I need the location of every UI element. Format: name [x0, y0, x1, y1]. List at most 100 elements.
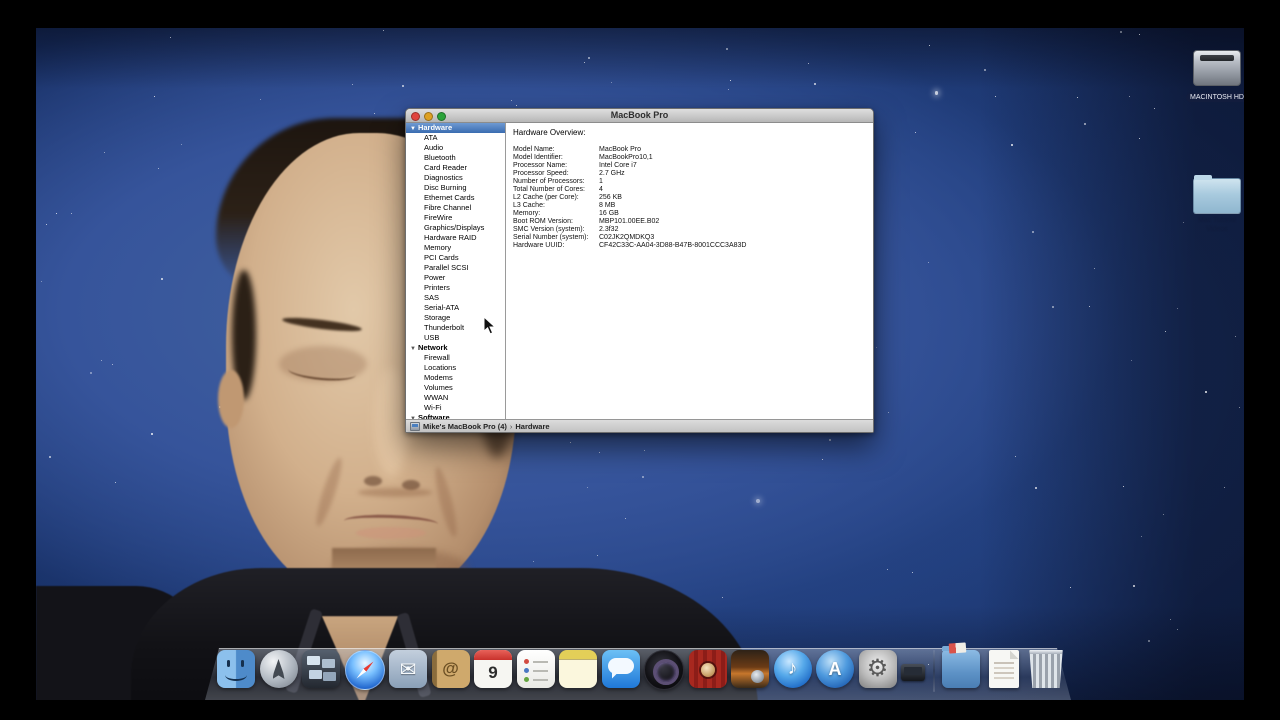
desktop-icon-folder[interactable]: Mac Tutorial Videos	[1172, 178, 1244, 234]
sidebar-item-disc-burning[interactable]: Disc Burning	[406, 183, 505, 193]
dock-system-preferences-icon[interactable]	[859, 650, 897, 688]
mouse-cursor	[483, 316, 496, 335]
dock-contacts-icon[interactable]	[432, 650, 470, 688]
dock-finder-icon[interactable]	[217, 650, 255, 688]
dock-trash-icon[interactable]	[1027, 650, 1065, 688]
sidebar-section-network[interactable]: ▼Network	[406, 343, 505, 353]
sidebar-item-wwan[interactable]: WWAN	[406, 393, 505, 403]
hard-drive-icon	[1193, 50, 1241, 86]
statusbar-section: Hardware	[515, 422, 549, 431]
dock-reminders-icon[interactable]	[517, 650, 555, 688]
dock-app-store-icon[interactable]	[816, 650, 854, 688]
dock-calendar-icon[interactable]: 9	[474, 650, 512, 688]
window-titlebar[interactable]: MacBook Pro	[406, 109, 873, 123]
sidebar-item-modems[interactable]: Modems	[406, 373, 505, 383]
sidebar-item-ata[interactable]: ATA	[406, 133, 505, 143]
calendar-day-number: 9	[474, 661, 512, 685]
dock-iphoto-icon[interactable]	[731, 650, 769, 688]
detail-row: Model Name:MacBook Pro	[513, 146, 873, 154]
detail-value: MBP101.00EE.B02	[599, 218, 659, 226]
detail-rows: Model Name:MacBook ProModel Identifier:M…	[513, 146, 873, 250]
sidebar-item-ethernet-cards[interactable]: Ethernet Cards	[406, 193, 505, 203]
detail-value: C02JK2QMDKQ3	[599, 234, 654, 242]
folder-label: Mac Tutorial Videos	[1172, 216, 1244, 234]
sidebar-item-firewall[interactable]: Firewall	[406, 353, 505, 363]
system-information-window: MacBook Pro ▼HardwareATAAudioBluetoothCa…	[405, 108, 874, 433]
detail-row: SMC Version (system):2.3f32	[513, 226, 873, 234]
sidebar-item-pci-cards[interactable]: PCI Cards	[406, 253, 505, 263]
detail-label: SMC Version (system):	[513, 226, 599, 234]
detail-row: Hardware UUID:CF42C33C-AA04-3D88-B47B-80…	[513, 242, 873, 250]
folder-icon	[1193, 178, 1241, 214]
disclosure-triangle-icon: ▼	[410, 346, 416, 352]
detail-value: 1	[599, 178, 603, 186]
detail-value: 2.7 GHz	[599, 170, 625, 178]
person-nose-shadow	[358, 488, 432, 497]
sidebar-item-volumes[interactable]: Volumes	[406, 383, 505, 393]
sidebar-list: ▼HardwareATAAudioBluetoothCard ReaderDia…	[406, 123, 506, 420]
dock-documents-icon[interactable]	[989, 650, 1019, 688]
person-nostril	[364, 476, 382, 486]
dock-messages-icon[interactable]	[602, 650, 640, 688]
hard-drive-label: MACINTOSH HD	[1186, 93, 1244, 102]
overview-title: Hardware Overview:	[513, 128, 873, 137]
detail-label: Boot ROM Version:	[513, 218, 599, 226]
detail-row: Serial Number (system):C02JK2QMDKQ3	[513, 234, 873, 242]
detail-row: L3 Cache:8 MB	[513, 202, 873, 210]
dock-safari-icon[interactable]	[345, 650, 385, 690]
sidebar-item-memory[interactable]: Memory	[406, 243, 505, 253]
detail-label: L3 Cache:	[513, 202, 599, 210]
sidebar-item-hardware-raid[interactable]: Hardware RAID	[406, 233, 505, 243]
dock-mission-control-icon[interactable]	[302, 650, 340, 688]
computer-icon	[410, 422, 420, 431]
sidebar-item-sas[interactable]: SAS	[406, 293, 505, 303]
detail-label: Number of Processors:	[513, 178, 599, 186]
dock-divider	[933, 650, 935, 692]
detail-value: CF42C33C-AA04-3D88-B47B-8001CCC3A83D	[599, 242, 746, 250]
breadcrumb-separator: ›	[510, 422, 513, 431]
detail-row: Processor Name:Intel Core i7	[513, 162, 873, 170]
detail-value: MacBookPro10,1	[599, 154, 653, 162]
detail-value: 8 MB	[599, 202, 615, 210]
desktop-icon-macintosh-hd[interactable]: MACINTOSH HD	[1172, 50, 1244, 104]
disclosure-triangle-icon: ▼	[410, 126, 416, 132]
person-nose	[374, 368, 408, 478]
detail-value: Intel Core i7	[599, 162, 637, 170]
desktop: MACINTOSH HD Mac Tutorial Videos MacBook…	[36, 28, 1244, 700]
detail-row: Total Number of Cores:4	[513, 186, 873, 194]
sidebar-item-diagnostics[interactable]: Diagnostics	[406, 173, 505, 183]
detail-value: 4	[599, 186, 603, 194]
sidebar-item-wi-fi[interactable]: Wi-Fi	[406, 403, 505, 413]
window-statusbar: Mike's MacBook Pro (4) › Hardware	[406, 419, 873, 432]
detail-value: 256 KB	[599, 194, 622, 202]
dock-downloads-folder-icon[interactable]	[942, 650, 980, 688]
sidebar-item-audio[interactable]: Audio	[406, 143, 505, 153]
detail-row: Number of Processors:1	[513, 178, 873, 186]
person-ear	[218, 370, 244, 428]
sidebar-item-power[interactable]: Power	[406, 273, 505, 283]
detail-label: Serial Number (system):	[513, 234, 599, 242]
sidebar-item-firewire[interactable]: FireWire	[406, 213, 505, 223]
sidebar-item-serial-ata[interactable]: Serial-ATA	[406, 303, 505, 313]
sidebar-item-locations[interactable]: Locations	[406, 363, 505, 373]
dock-notes-icon[interactable]	[559, 650, 597, 688]
detail-row: L2 Cache (per Core):256 KB	[513, 194, 873, 202]
sidebar-section-hardware[interactable]: ▼Hardware	[406, 123, 505, 133]
sidebar-item-printers[interactable]: Printers	[406, 283, 505, 293]
sidebar-item-fibre-channel[interactable]: Fibre Channel	[406, 203, 505, 213]
person-lip	[356, 527, 426, 539]
sidebar-item-bluetooth[interactable]: Bluetooth	[406, 153, 505, 163]
detail-label: Model Name:	[513, 146, 599, 154]
sidebar-item-graphics-displays[interactable]: Graphics/Displays	[406, 223, 505, 233]
detail-row: Memory:16 GB	[513, 210, 873, 218]
dock-mail-icon[interactable]	[389, 650, 427, 688]
dock-itunes-icon[interactable]	[774, 650, 812, 688]
dock-photo-booth-icon[interactable]	[689, 650, 727, 688]
dock-launchpad-icon[interactable]	[260, 650, 298, 688]
detail-label: Processor Name:	[513, 162, 599, 170]
sidebar-item-parallel-scsi[interactable]: Parallel SCSI	[406, 263, 505, 273]
dock-system-information-icon[interactable]	[901, 664, 925, 681]
detail-row: Model Identifier:MacBookPro10,1	[513, 154, 873, 162]
dock-aperture-icon[interactable]	[644, 650, 684, 690]
sidebar-item-card-reader[interactable]: Card Reader	[406, 163, 505, 173]
